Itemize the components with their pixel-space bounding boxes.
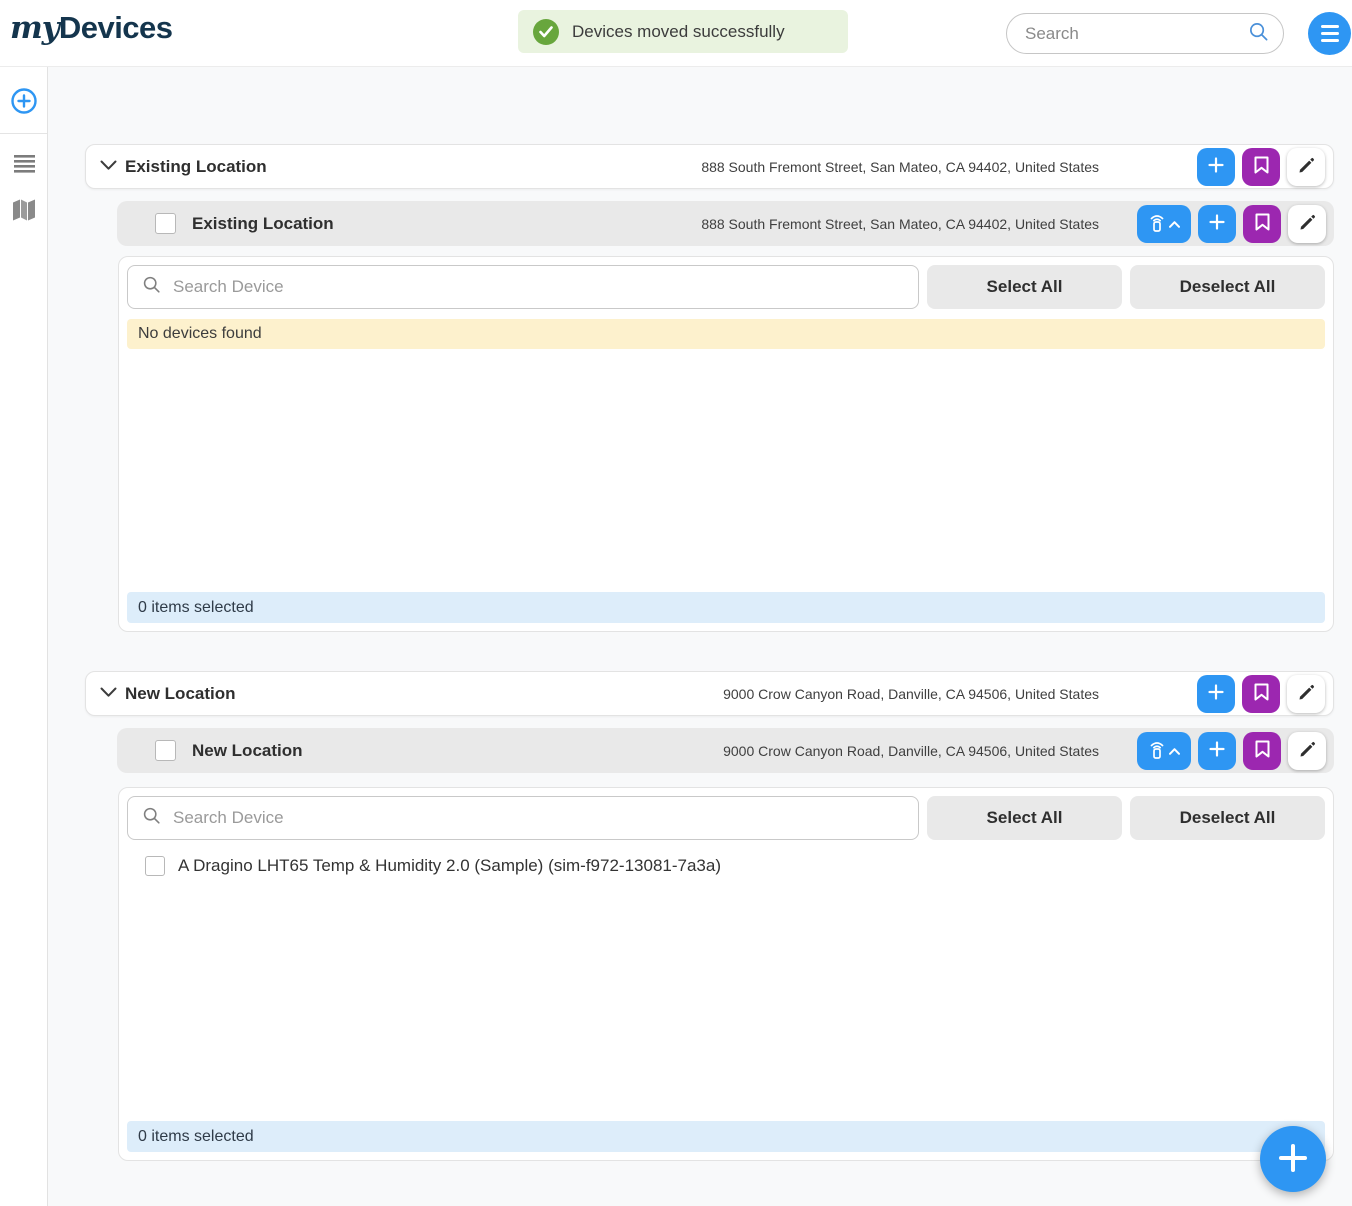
bookmark-button[interactable] xyxy=(1243,732,1281,770)
device-list-item[interactable]: A Dragino LHT65 Temp & Humidity 2.0 (Sam… xyxy=(145,856,1325,876)
app-logo[interactable]: myDevices xyxy=(10,10,173,46)
pencil-icon xyxy=(1298,157,1315,177)
add-device-button[interactable] xyxy=(1198,205,1236,243)
sidebar-add-button[interactable] xyxy=(0,79,48,125)
add-fab-button[interactable] xyxy=(1260,1126,1326,1192)
list-icon xyxy=(14,155,35,176)
location-name: New Location xyxy=(125,684,236,704)
edit-location-button[interactable] xyxy=(1287,675,1325,713)
device-panel: Select All Deselect All A Dragino LHT65 … xyxy=(118,787,1334,1161)
location-header[interactable]: Existing Location 888 South Fremont Stre… xyxy=(85,144,1334,189)
device-search-input[interactable] xyxy=(173,808,904,828)
edit-location-button[interactable] xyxy=(1287,148,1325,186)
location-group-row: New Location 9000 Crow Canyon Road, Danv… xyxy=(117,728,1334,773)
location-card-new: New Location 9000 Crow Canyon Road, Danv… xyxy=(85,671,1334,1161)
sidebar-divider xyxy=(0,133,47,134)
group-actions xyxy=(1137,205,1326,243)
search-icon xyxy=(142,806,161,830)
location-actions xyxy=(1197,675,1325,713)
device-checkbox[interactable] xyxy=(145,856,165,876)
pencil-icon xyxy=(1298,684,1315,704)
success-toast: Devices moved successfully xyxy=(518,10,848,53)
device-search xyxy=(127,796,919,840)
edit-group-button[interactable] xyxy=(1288,732,1326,770)
chevron-down-icon[interactable] xyxy=(100,685,117,703)
sidebar-map-view-button[interactable] xyxy=(0,188,48,234)
bookmark-icon xyxy=(1254,156,1269,177)
device-list: A Dragino LHT65 Temp & Humidity 2.0 (Sam… xyxy=(127,840,1325,876)
chevron-up-icon xyxy=(1169,216,1180,231)
select-all-button[interactable]: Select All xyxy=(927,265,1122,309)
plus-icon xyxy=(1208,684,1224,703)
device-label: A Dragino LHT65 Temp & Humidity 2.0 (Sam… xyxy=(178,856,721,876)
sensor-icon xyxy=(1149,213,1165,235)
location-address: 888 South Fremont Street, San Mateo, CA … xyxy=(701,159,1099,175)
content-area: Existing Location 888 South Fremont Stre… xyxy=(48,67,1352,1206)
plus-icon xyxy=(1209,214,1225,233)
group-name: New Location xyxy=(192,741,303,761)
plus-icon xyxy=(1208,157,1224,176)
sidebar-list-view-button[interactable] xyxy=(0,142,48,188)
device-actions-dropdown-button[interactable] xyxy=(1137,732,1191,770)
menu-button[interactable] xyxy=(1308,12,1351,55)
bookmark-icon xyxy=(1255,213,1270,234)
logo-devices: Devices xyxy=(59,10,173,45)
add-device-button[interactable] xyxy=(1198,732,1236,770)
device-toolbar: Select All Deselect All xyxy=(127,265,1325,309)
location-card-existing: Existing Location 888 South Fremont Stre… xyxy=(85,144,1334,632)
location-header[interactable]: New Location 9000 Crow Canyon Road, Danv… xyxy=(85,671,1334,716)
group-address: 9000 Crow Canyon Road, Danville, CA 9450… xyxy=(723,743,1099,759)
select-all-button[interactable]: Select All xyxy=(927,796,1122,840)
location-group-row: Existing Location 888 South Fremont Stre… xyxy=(117,201,1334,246)
group-address: 888 South Fremont Street, San Mateo, CA … xyxy=(701,216,1099,232)
global-search-input[interactable] xyxy=(1025,24,1248,44)
left-sidebar xyxy=(0,67,48,1206)
toast-message: Devices moved successfully xyxy=(572,22,785,42)
deselect-all-button[interactable]: Deselect All xyxy=(1130,796,1325,840)
search-icon[interactable] xyxy=(1248,21,1269,47)
sensor-icon xyxy=(1149,740,1165,762)
location-address: 9000 Crow Canyon Road, Danville, CA 9450… xyxy=(723,686,1099,702)
device-search xyxy=(127,265,919,309)
bookmark-icon xyxy=(1255,740,1270,761)
search-icon xyxy=(142,275,161,299)
bookmark-button[interactable] xyxy=(1242,675,1280,713)
selection-footer: 0 items selected xyxy=(127,592,1325,623)
pencil-icon xyxy=(1299,741,1316,761)
group-name: Existing Location xyxy=(192,214,334,234)
chevron-down-icon[interactable] xyxy=(100,158,117,176)
group-checkbox[interactable] xyxy=(155,740,176,761)
bookmark-button[interactable] xyxy=(1242,148,1280,186)
hamburger-icon xyxy=(1321,25,1339,28)
group-checkbox[interactable] xyxy=(155,213,176,234)
location-actions xyxy=(1197,148,1325,186)
device-toolbar: Select All Deselect All xyxy=(127,796,1325,840)
bookmark-icon xyxy=(1254,683,1269,704)
plus-icon xyxy=(1277,1142,1309,1177)
map-icon xyxy=(12,199,36,224)
logo-my: my xyxy=(10,10,59,46)
chevron-up-icon xyxy=(1169,743,1180,758)
plus-icon xyxy=(1209,741,1225,760)
device-panel: Select All Deselect All No devices found… xyxy=(118,256,1334,632)
selection-footer: 0 items selected xyxy=(127,1121,1325,1152)
plus-circle-icon xyxy=(10,87,38,118)
top-bar: myDevices Devices moved successfully xyxy=(0,0,1352,67)
add-location-button[interactable] xyxy=(1197,675,1235,713)
device-actions-dropdown-button[interactable] xyxy=(1137,205,1191,243)
bookmark-button[interactable] xyxy=(1243,205,1281,243)
empty-state-banner: No devices found xyxy=(127,319,1325,349)
check-circle-icon xyxy=(533,19,559,45)
add-location-button[interactable] xyxy=(1197,148,1235,186)
deselect-all-button[interactable]: Deselect All xyxy=(1130,265,1325,309)
device-search-input[interactable] xyxy=(173,277,904,297)
pencil-icon xyxy=(1299,214,1316,234)
group-actions xyxy=(1137,732,1326,770)
global-search xyxy=(1006,13,1284,54)
location-name: Existing Location xyxy=(125,157,267,177)
edit-group-button[interactable] xyxy=(1288,205,1326,243)
